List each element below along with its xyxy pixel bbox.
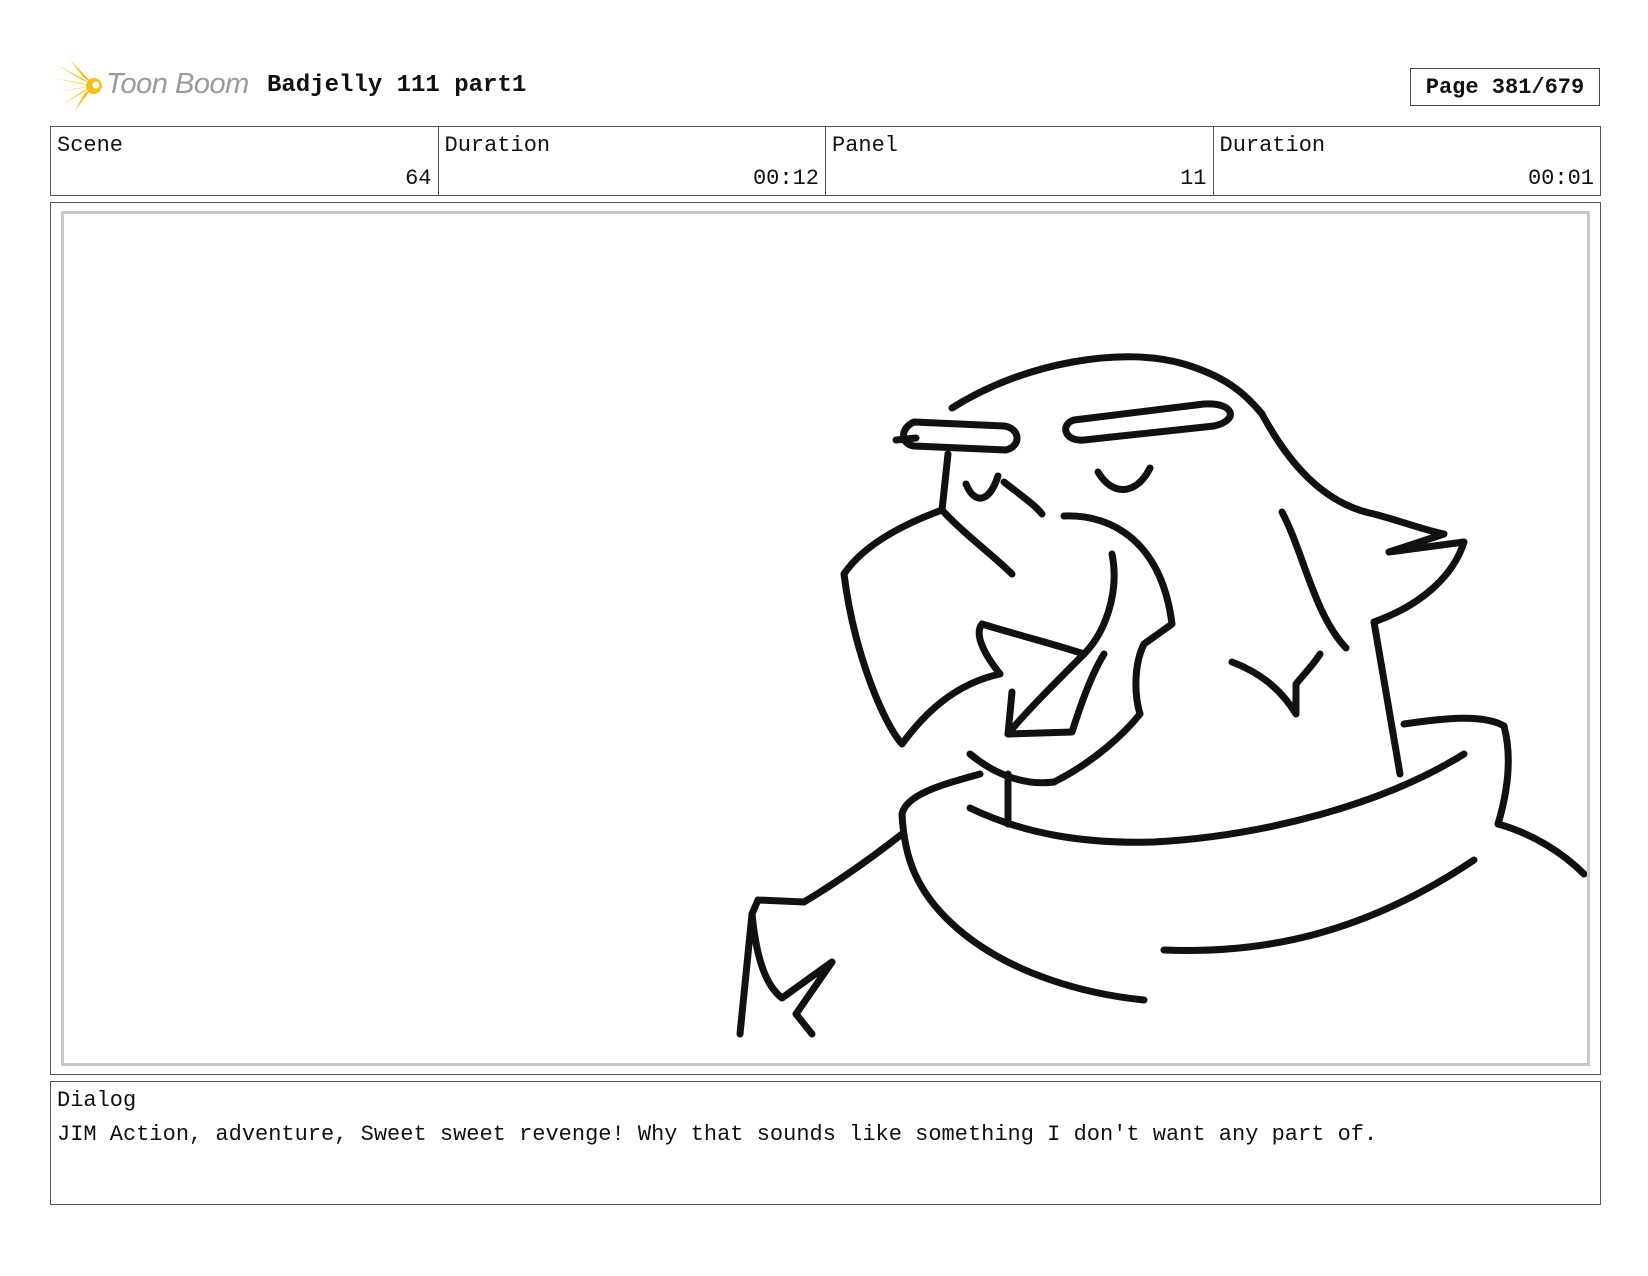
scene-cell: Scene 64 xyxy=(51,127,439,195)
panel-image xyxy=(61,211,1590,1066)
panel-duration-label: Duration xyxy=(1219,133,1326,158)
scene-duration-cell: Duration 00:12 xyxy=(439,127,826,195)
logo-wordmark: Toon Boom xyxy=(106,68,249,100)
dialog-text: JIM Action, adventure, Sweet sweet reven… xyxy=(57,1122,1378,1147)
panel-duration-cell: Duration 00:01 xyxy=(1214,127,1601,195)
toon-boom-logo: Toon Boom xyxy=(52,58,252,114)
storyboard-sketch xyxy=(736,353,1587,1038)
panel-frame xyxy=(50,202,1601,1075)
panel-value: 11 xyxy=(1180,166,1207,191)
scene-label: Scene xyxy=(57,133,124,158)
panel-duration-value: 00:01 xyxy=(1527,166,1594,191)
dialog-label: Dialog xyxy=(57,1088,137,1113)
document-title: Badjelly 111 part1 xyxy=(267,72,527,99)
panel-label: Panel xyxy=(832,133,899,158)
scene-duration-value: 00:12 xyxy=(752,166,819,191)
toon-boom-starburst-icon xyxy=(52,60,102,112)
scene-value: 64 xyxy=(405,166,432,191)
dialog-box: Dialog JIM Action, adventure, Sweet swee… xyxy=(50,1081,1601,1205)
panel-cell: Panel 11 xyxy=(826,127,1214,195)
page-indicator: Page 381/679 xyxy=(1410,68,1600,106)
scene-duration-label: Duration xyxy=(444,133,551,158)
scene-info-row: Scene 64 Duration 00:12 Panel 11 Duratio… xyxy=(50,126,1601,196)
